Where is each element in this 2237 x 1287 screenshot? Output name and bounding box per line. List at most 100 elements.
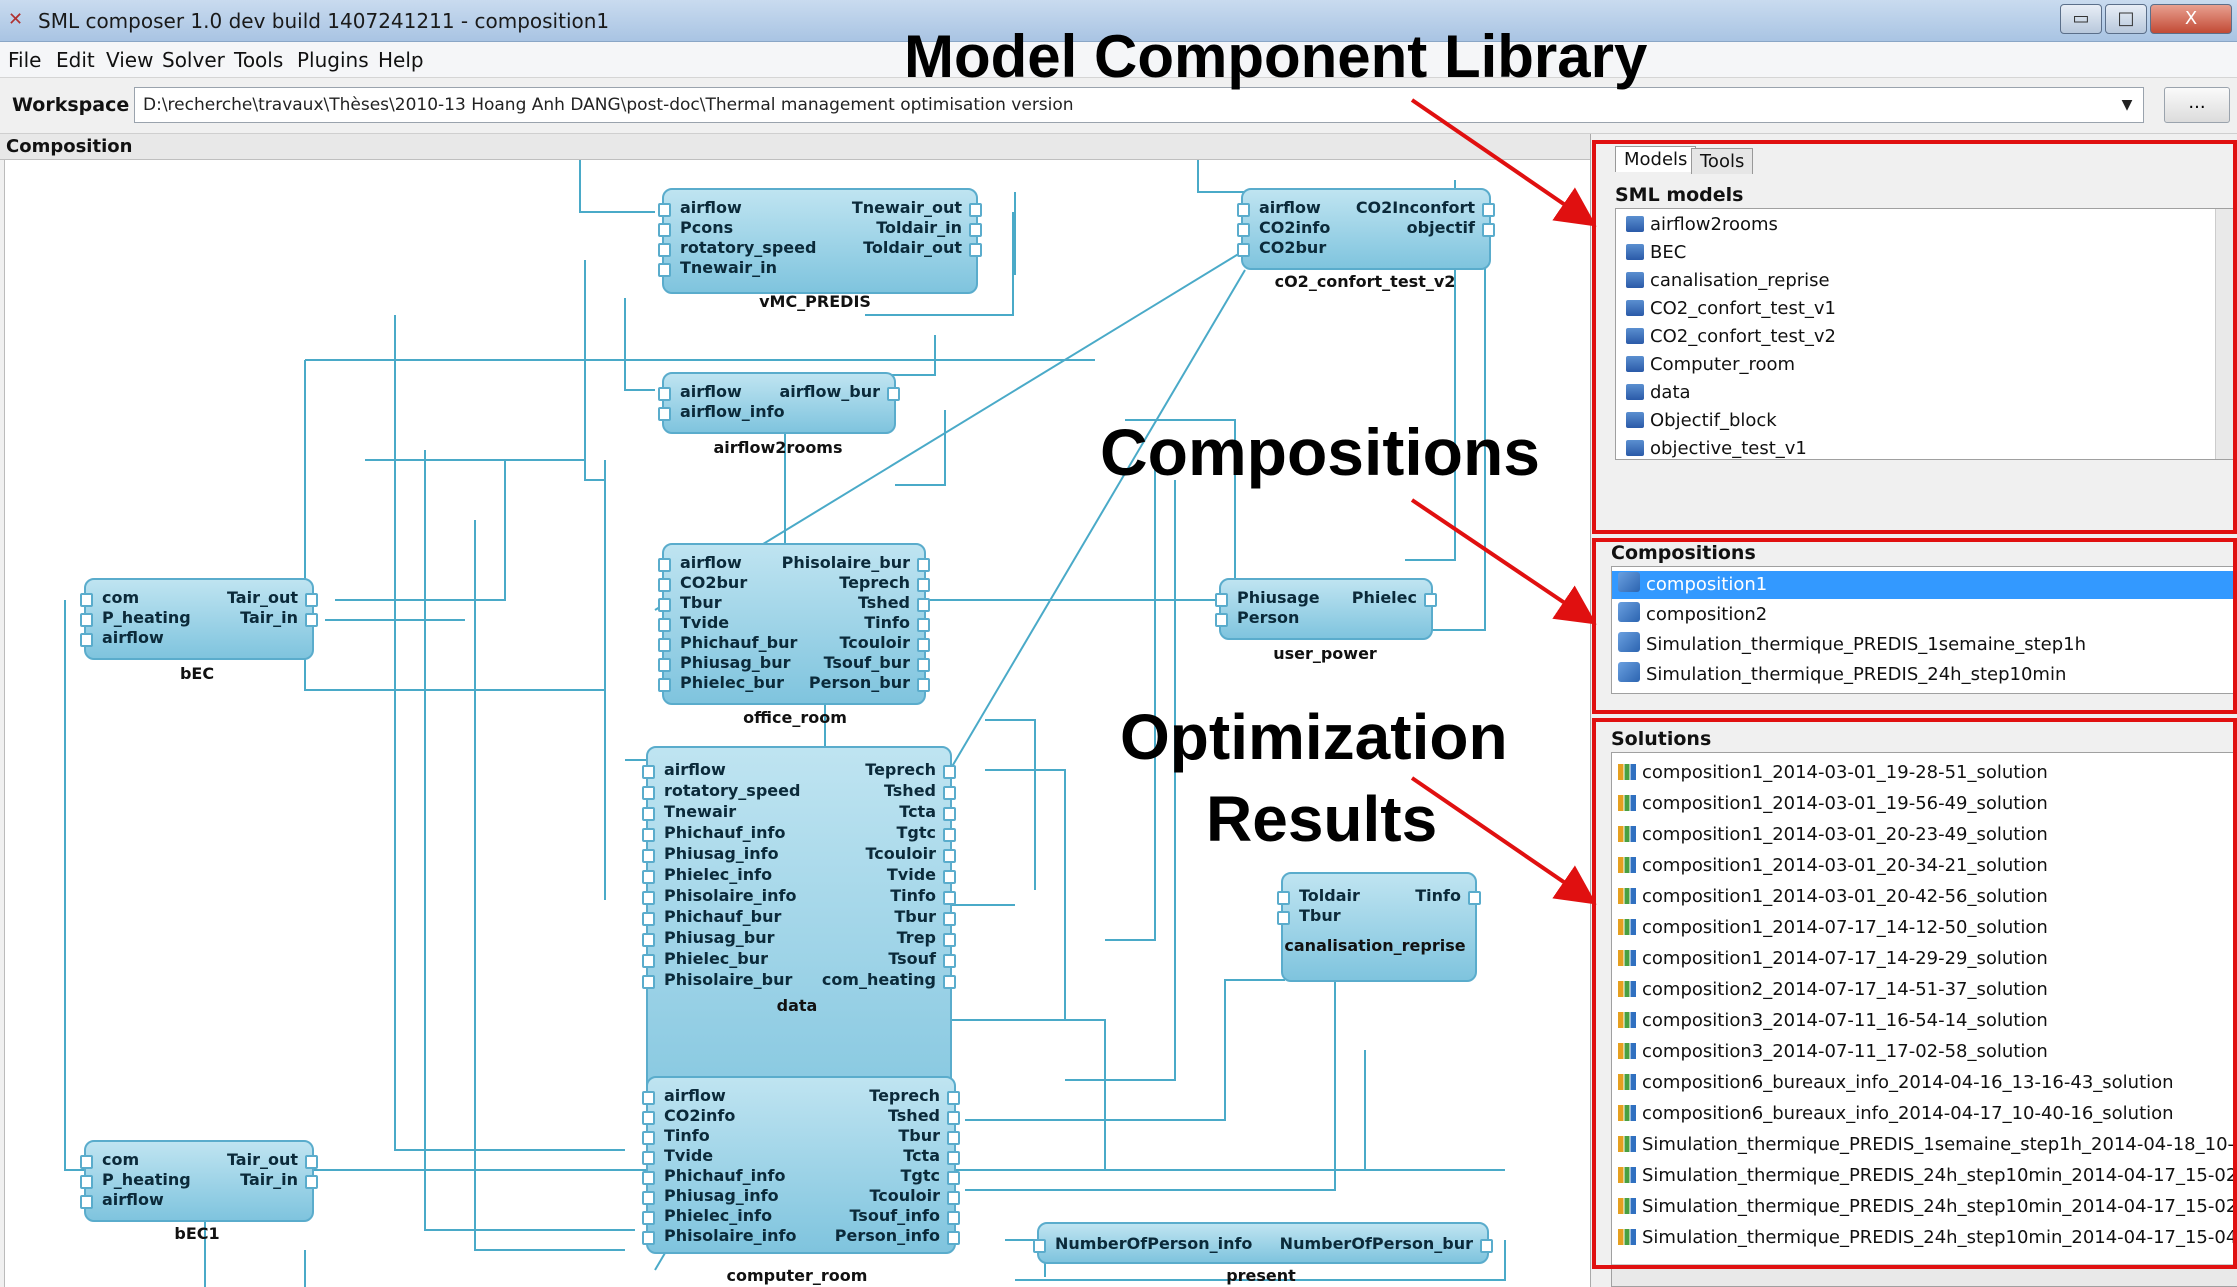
port-in[interactable]: Tnewair [641,802,736,822]
port-in[interactable]: rotatory_speed [657,238,816,258]
port-out[interactable]: airflow_bur [779,382,900,402]
block-bec[interactable]: com P_heating airflow Tair_out Tair_in [79,578,319,660]
port-in[interactable]: com [79,1150,139,1170]
port-out[interactable]: Tgtc [901,1166,960,1186]
port-in[interactable]: Phichauf_bur [641,907,781,927]
port-in[interactable]: Phiusag_bur [658,653,791,673]
port-in[interactable]: com [79,588,139,608]
port-out[interactable]: Tair_in [240,1170,318,1190]
port-in[interactable]: Phiusag_info [642,1186,779,1206]
port-out[interactable]: Tsouf [888,949,956,969]
port-in[interactable]: Phiusag_bur [642,928,775,948]
port-out[interactable]: Tgtc [897,823,956,843]
port-out[interactable]: Toldair_out [863,238,982,258]
block-airflow2rooms[interactable]: airflow airflow_info airflow_bur [658,372,900,434]
port-in[interactable]: CO2bur [657,573,747,593]
port-in[interactable]: Phiusag_info [642,844,779,864]
port-out[interactable]: Phielec [1352,588,1438,608]
port-in[interactable]: Phisolaire_info [641,1226,796,1246]
port-in[interactable]: airflow [1237,198,1321,218]
port-out[interactable]: Tair_in [240,608,318,628]
port-out[interactable]: Person_bur [809,673,931,693]
port-in[interactable]: Phiusage [1215,588,1320,608]
port-in[interactable]: Pcons [657,218,733,238]
port-out[interactable]: Tcta [903,1146,960,1166]
port-out[interactable]: Tcouloir [865,844,956,864]
port-out[interactable]: Tair_out [227,588,319,608]
port-in[interactable]: airflow [80,628,164,648]
port-in[interactable]: airflow [658,198,742,218]
port-in[interactable]: Tbur [1277,906,1341,926]
port-in[interactable]: Phielec_info [641,865,772,885]
port-in[interactable]: Phichauf_info [641,823,785,843]
port-in[interactable]: Phichauf_info [641,1166,785,1186]
port-out[interactable]: Teprech [839,573,930,593]
port-out[interactable]: Trep [897,928,957,948]
block-computer-room[interactable]: airflow CO2info Tinfo Tvide Phichauf_inf… [641,1076,961,1254]
menu-solver[interactable]: Solver [162,48,225,72]
port-in[interactable]: Phisolaire_bur [641,970,792,990]
port-in[interactable]: Phisolaire_info [641,886,796,906]
port-in[interactable]: Toldair [1277,886,1360,906]
port-out[interactable]: Teprech [865,760,956,780]
menu-edit[interactable]: Edit [56,48,95,72]
port-out[interactable]: Tinfo [864,613,930,633]
port-in[interactable]: Phielec_bur [641,949,768,969]
port-in[interactable]: Tvide [657,613,729,633]
port-out[interactable]: Tshed [888,1106,961,1126]
port-in[interactable]: airflow [658,553,742,573]
port-in[interactable]: Person [1214,608,1299,628]
block-co2-confort[interactable]: airflow CO2info CO2bur CO2Inconfort obje… [1236,188,1496,270]
port-in[interactable]: Phichauf_bur [657,633,797,653]
port-out[interactable]: Tvide [887,865,957,885]
port-out[interactable]: Tshed [858,593,931,613]
browse-button[interactable]: ... [2164,87,2230,123]
port-out[interactable]: Tsouf_info [850,1206,961,1226]
port-in[interactable]: airflow_info [658,402,785,422]
port-out[interactable]: Tnewair_out [852,198,983,218]
chevron-down-icon[interactable]: ▼ [2112,90,2142,120]
port-in[interactable]: Phielec_info [641,1206,772,1226]
port-out[interactable]: Tbur [898,1126,960,1146]
port-in[interactable]: NumberOfPerson_info [1032,1234,1252,1254]
block-canalisation-reprise[interactable]: Toldair Tbur Tinfo [1277,872,1481,982]
menu-file[interactable]: File [8,48,41,72]
port-in[interactable]: Tbur [658,593,722,613]
port-out[interactable]: Tsouf_bur [824,653,931,673]
port-in[interactable]: CO2bur [1236,238,1326,258]
port-in[interactable]: Tvide [641,1146,713,1166]
port-out[interactable]: Teprech [869,1086,960,1106]
port-in[interactable]: airflow [642,760,726,780]
block-user-power[interactable]: Phiusage Person Phielec [1214,578,1438,640]
menu-view[interactable]: View [106,48,153,72]
port-out[interactable]: Tcta [899,802,956,822]
port-in[interactable]: airflow [80,1190,164,1210]
port-out[interactable]: NumberOfPerson_bur [1280,1234,1494,1254]
menu-help[interactable]: Help [378,48,424,72]
port-out[interactable]: Tshed [884,781,957,801]
port-in[interactable]: CO2info [1236,218,1330,238]
port-in[interactable]: airflow [642,1086,726,1106]
maximize-button[interactable]: □ [2105,4,2147,34]
port-out[interactable]: Phisolaire_bur [782,553,931,573]
port-out[interactable]: CO2Inconfort [1356,198,1496,218]
port-out[interactable]: Tcouloir [869,1186,960,1206]
port-in[interactable]: Phielec_bur [657,673,784,693]
port-in[interactable]: CO2info [641,1106,735,1126]
port-in[interactable]: P_heating [80,608,191,628]
port-in[interactable]: airflow [658,382,742,402]
block-vmc-predis[interactable]: airflow Pcons rotatory_speed Tnewair_in … [657,188,983,294]
port-out[interactable]: Tinfo [1415,886,1481,906]
port-out[interactable]: Tinfo [890,886,956,906]
menu-tools[interactable]: Tools [234,48,283,72]
port-in[interactable]: Tinfo [642,1126,710,1146]
block-office-room[interactable]: airflow CO2bur Tbur Tvide Phichauf_bur P… [657,543,931,705]
port-in[interactable]: rotatory_speed [641,781,800,801]
menu-plugins[interactable]: Plugins [297,48,369,72]
port-out[interactable]: objectif [1407,218,1496,238]
port-out[interactable]: com_heating [822,970,957,990]
port-in[interactable]: P_heating [80,1170,191,1190]
block-bec1[interactable]: com P_heating airflow Tair_out Tair_in [79,1140,319,1222]
port-out[interactable]: Tbur [894,907,956,927]
port-out[interactable]: Person_info [835,1226,961,1246]
